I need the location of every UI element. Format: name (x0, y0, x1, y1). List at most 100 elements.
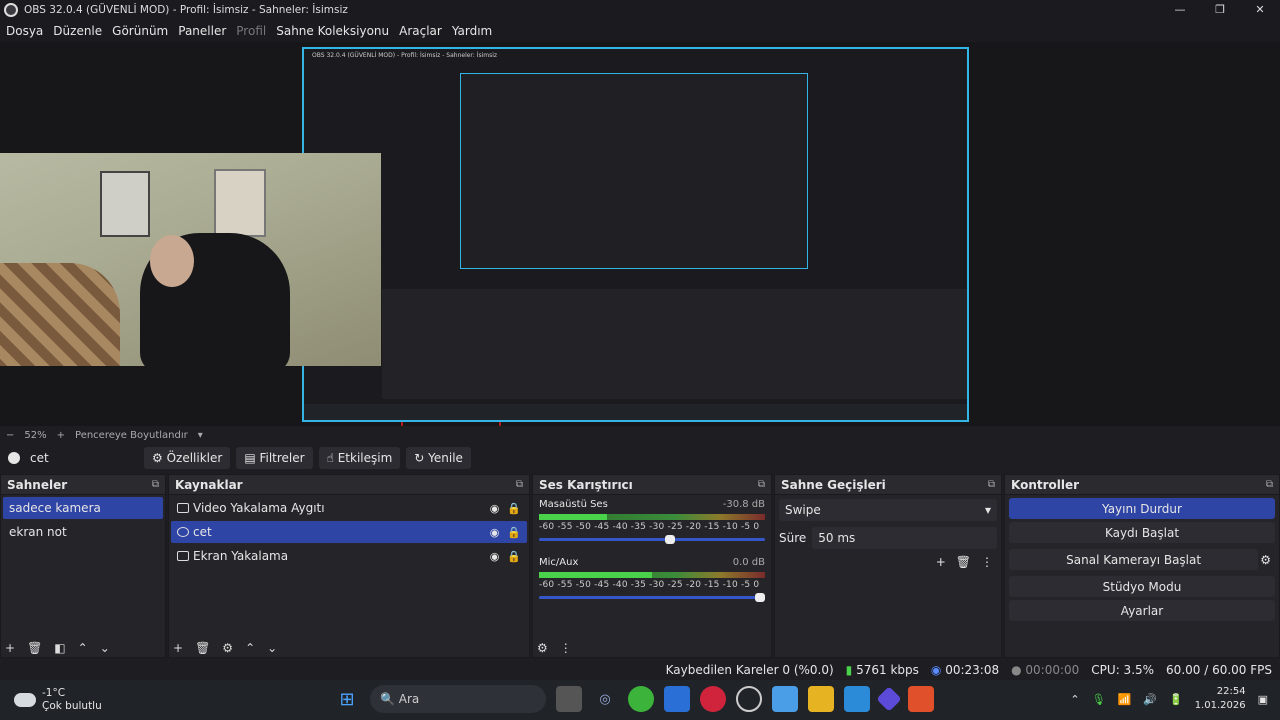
zoom-dropdown-icon[interactable]: ▾ (198, 430, 203, 441)
volume-slider[interactable] (539, 535, 765, 544)
xbox-icon[interactable] (628, 686, 654, 712)
undock-icon[interactable]: ⧉ (516, 479, 523, 490)
interact-button[interactable]: ☝ Etkileşim (318, 447, 401, 469)
speaker-icon[interactable]: 🔊 (1143, 693, 1157, 706)
interact-label: Etkileşim (337, 451, 393, 465)
arrow-up-icon[interactable]: ⌃ (78, 641, 88, 655)
dropped-frames: Kaybedilen Kareler 0 (%0.0) (665, 663, 834, 677)
scene-item[interactable]: ekran not (3, 521, 163, 543)
transition-select[interactable]: Swipe ▾ (779, 499, 997, 521)
filter-icon: ▤ (244, 451, 260, 465)
menu-dots-icon[interactable]: ⋮ (560, 641, 572, 655)
source-item[interactable]: Ekran Yakalama ◉ 🔒 (171, 545, 527, 567)
store-icon[interactable] (844, 686, 870, 712)
brave-icon[interactable] (908, 686, 934, 712)
scene-item[interactable]: sadece kamera (3, 497, 163, 519)
image-source-icon (8, 452, 20, 464)
webcam-source[interactable] (0, 153, 381, 366)
transitions-header: Sahne Geçişleri ⧉ (775, 475, 1001, 495)
eye-icon[interactable]: ◉ (490, 526, 500, 539)
menu-scene-collection[interactable]: Sahne Koleksiyonu (276, 24, 389, 38)
notepad-icon[interactable] (772, 686, 798, 712)
minimize-button[interactable]: — (1160, 0, 1200, 20)
filter-icon[interactable]: ◧ (54, 641, 65, 655)
menu-profile[interactable]: Profil (236, 24, 266, 38)
notification-icon[interactable]: ▣ (1258, 693, 1268, 706)
lock-icon[interactable]: 🔒 (507, 550, 521, 563)
settings-button[interactable]: Ayarlar (1009, 600, 1275, 621)
folder-icon[interactable] (808, 686, 834, 712)
current-source: cet (4, 451, 144, 465)
properties-button[interactable]: ⚙ Özellikler (144, 447, 231, 469)
menu-docks[interactable]: Paneller (178, 24, 226, 38)
app-icon[interactable] (876, 686, 902, 712)
trash-icon[interactable]: 🗑 (195, 641, 210, 655)
filters-label: Filtreler (259, 451, 305, 465)
sources-dock: Kaynaklar ⧉ Video Yakalama Aygıtı ◉ 🔒 cet ◉ 🔒… (168, 474, 530, 658)
volume-slider[interactable] (539, 593, 765, 602)
close-button[interactable]: ✕ (1240, 0, 1280, 20)
start-recording-button[interactable]: Kaydı Başlat (1009, 522, 1275, 543)
undock-icon[interactable]: ⧉ (1266, 479, 1273, 490)
undock-icon[interactable]: ⧉ (988, 479, 995, 490)
duration-input[interactable]: 50 ms (812, 527, 997, 549)
menu-file[interactable]: Dosya (6, 24, 43, 38)
channel-db: -30.8 dB (722, 499, 765, 510)
undock-icon[interactable]: ⧉ (152, 479, 159, 490)
outlook-icon[interactable] (664, 686, 690, 712)
program-canvas[interactable]: OBS 32.0.4 (GÜVENLİ MOD) - Profil: İsims… (302, 47, 969, 422)
menu-dots-icon[interactable]: ⋮ (981, 555, 993, 569)
clock[interactable]: 22:54 1.01.2026 (1195, 685, 1246, 713)
eye-icon[interactable]: ◉ (490, 502, 500, 515)
weather-widget[interactable]: -1°C Çok bulutlu (14, 687, 102, 713)
arrow-up-icon[interactable]: ⌃ (245, 641, 255, 655)
filters-button[interactable]: ▤ Filtreler (236, 447, 313, 469)
source-item[interactable]: cet ◉ 🔒 (171, 521, 527, 543)
controls-header: Kontroller ⧉ (1005, 475, 1279, 495)
add-icon[interactable]: + (5, 641, 15, 655)
add-icon[interactable]: + (173, 641, 183, 655)
add-icon[interactable]: + (936, 555, 946, 569)
wifi-icon[interactable]: 📶 (1118, 693, 1132, 706)
arrow-down-icon[interactable]: ⌄ (267, 641, 277, 655)
image-icon (177, 527, 189, 537)
stop-streaming-button[interactable]: Yayını Durdur (1009, 498, 1275, 519)
steam-icon[interactable]: ◎ (592, 686, 618, 712)
camera-icon (177, 503, 189, 513)
task-view-icon[interactable] (556, 686, 582, 712)
battery-icon[interactable]: 🔋 (1169, 693, 1183, 706)
zoom-out-button[interactable]: − (6, 430, 14, 441)
fit-window-button[interactable]: Pencereye Boyutlandır (75, 430, 188, 441)
gear-icon[interactable]: ⚙ (222, 641, 233, 655)
microphone-icon[interactable]: 🎙 (1092, 693, 1106, 706)
volume-knob[interactable] (755, 593, 765, 602)
start-virtual-camera-button[interactable]: Sanal Kamerayı Başlat (1009, 549, 1259, 570)
trash-icon[interactable]: 🗑 (956, 555, 971, 569)
duration-label: Süre (779, 531, 807, 545)
maximize-button[interactable]: ❐ (1200, 0, 1240, 20)
source-item[interactable]: Video Yakalama Aygıtı ◉ 🔒 (171, 497, 527, 519)
pinterest-icon[interactable] (700, 686, 726, 712)
arrow-down-icon[interactable]: ⌄ (100, 641, 110, 655)
lock-icon[interactable]: 🔒 (507, 502, 521, 515)
volume-knob[interactable] (664, 535, 675, 544)
windows-start-icon[interactable]: ⊞ (334, 686, 360, 712)
lock-icon[interactable]: 🔒 (507, 526, 521, 539)
undock-icon[interactable]: ⧉ (758, 479, 765, 490)
eye-icon[interactable]: ◉ (490, 550, 500, 563)
refresh-button[interactable]: ↻ Yenile (406, 447, 471, 469)
chevron-up-icon[interactable]: ⌃ (1070, 693, 1079, 706)
gear-icon[interactable]: ⚙ (1260, 553, 1271, 567)
obs-icon[interactable] (736, 686, 762, 712)
meter-fill (539, 514, 607, 520)
taskbar-search[interactable]: 🔍 Ara (370, 685, 546, 713)
menu-edit[interactable]: Düzenle (53, 24, 102, 38)
menu-help[interactable]: Yardım (452, 24, 492, 38)
gear-icon[interactable]: ⚙ (537, 641, 548, 655)
zoom-in-button[interactable]: + (57, 430, 65, 441)
menu-view[interactable]: Görünüm (112, 24, 168, 38)
scene-label: ekran not (9, 525, 67, 539)
trash-icon[interactable]: 🗑 (27, 641, 42, 655)
studio-mode-button[interactable]: Stüdyo Modu (1009, 576, 1275, 597)
menu-tools[interactable]: Araçlar (399, 24, 442, 38)
